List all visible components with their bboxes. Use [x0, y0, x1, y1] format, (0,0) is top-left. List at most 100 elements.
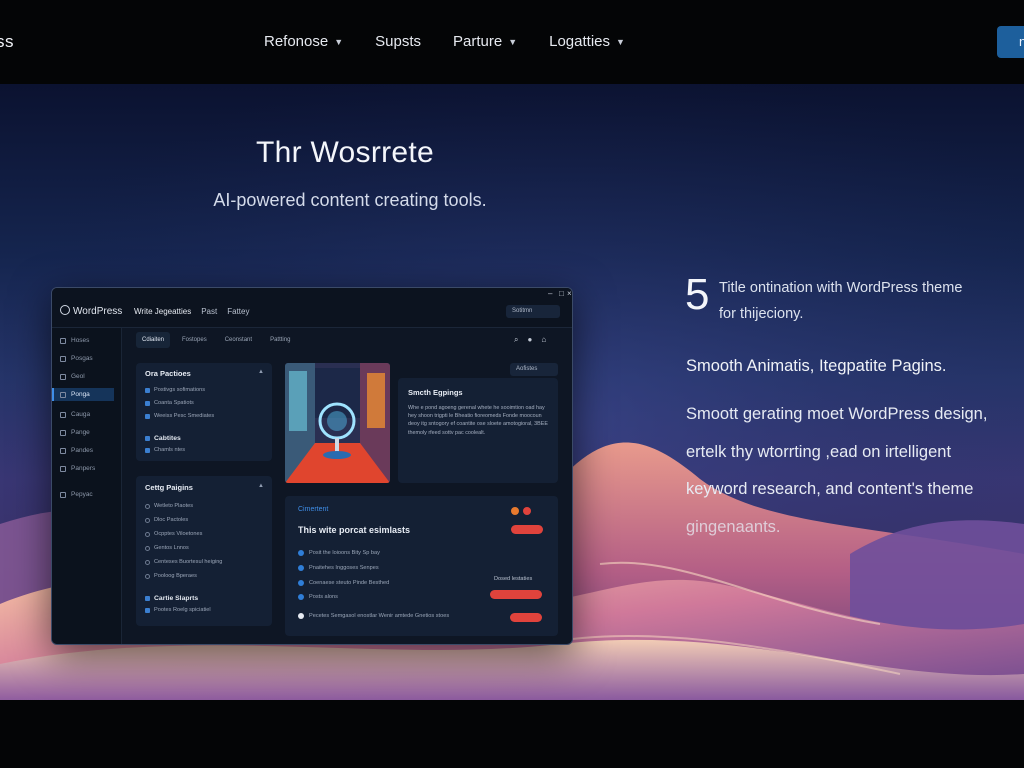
list-item[interactable]: Centeses Buortesul heiging	[145, 559, 222, 565]
sidebar-item-label: Pepyac	[71, 491, 93, 498]
action-pill-button[interactable]	[490, 590, 542, 599]
list-item[interactable]: Pootes Roelg spiciatiel	[145, 607, 211, 613]
minimize-icon[interactable]: –	[548, 289, 552, 298]
nav-item-label: Logatties	[549, 33, 611, 50]
tab-pattting[interactable]: Pattting	[264, 332, 296, 348]
search-icon[interactable]: ⌕	[514, 335, 518, 345]
sidebar-item-pepyac[interactable]: Pepyac	[60, 488, 122, 501]
app-top-pill[interactable]: Sotitmn	[506, 305, 560, 318]
action-pill-button[interactable]	[511, 525, 543, 534]
list-item[interactable]: Pecetes Semgasol enostlar Wenir amtede G…	[298, 612, 458, 620]
app-menu-item[interactable]: Fattey	[227, 307, 249, 316]
nav-item-parture[interactable]: Parture ▼	[453, 33, 517, 50]
list-item-label: Gentos Lnnos	[154, 545, 189, 551]
feature-body: Smoott gerating moet WordPress design, e…	[686, 396, 1016, 546]
list-item-label: Centeses Buortesul heiging	[154, 559, 223, 565]
pages-icon	[60, 391, 66, 398]
sidebar-item-pandes[interactable]: Pandes	[60, 444, 122, 457]
app-menu-item[interactable]: Past	[201, 307, 217, 316]
list-item[interactable]: Ocpptes Viloetones	[145, 531, 202, 537]
sidebar-item-label: Ponga	[71, 391, 90, 398]
list-item-label: Coenaese steuto Pinde Besthed	[309, 580, 390, 586]
list-item[interactable]: Pnaitehes Inggoses Senpes	[298, 565, 379, 571]
app-menu-item[interactable]: Write Jegeatties	[134, 307, 191, 316]
app-topbar: WordPress Write Jegeatties Past Fattey S…	[52, 288, 572, 328]
tab-ceonstant[interactable]: Ceonstant	[219, 332, 258, 348]
sidebar-item-label: Cauga	[71, 411, 91, 418]
card-badge[interactable]: Aofistes	[510, 363, 558, 376]
sidebar-item-cauga[interactable]: Cauga	[60, 408, 122, 421]
item-icon	[145, 545, 150, 551]
list-item-label: Cabtites	[154, 435, 181, 442]
panel-ora-pactioes: Ora Pactioes ▲ Postivgs sofimations Coan…	[136, 363, 272, 461]
item-icon	[298, 550, 304, 556]
maximize-icon[interactable]: □	[559, 289, 564, 298]
article-card[interactable]: Smcth Egpings Whe e pond agoeng gerenal …	[398, 378, 558, 483]
notification-icon[interactable]: ⌂	[541, 335, 546, 345]
sidebar-item-ponga[interactable]: Ponga	[52, 388, 114, 401]
post-thumbnail-image[interactable]	[285, 363, 390, 483]
close-icon[interactable]: ×	[567, 289, 572, 298]
sidebar-item-geol[interactable]: Geol	[60, 370, 122, 383]
list-item[interactable]: Posts alons	[298, 594, 338, 600]
app-brand[interactable]: WordPress	[60, 305, 122, 317]
item-icon	[145, 400, 150, 406]
content-title: This wite porcat esimlasts	[298, 525, 411, 535]
list-item-label: Postivgs sofimations	[154, 387, 205, 393]
list-item[interactable]: Gentos Lnnos	[145, 545, 189, 551]
list-item[interactable]: Coenaese steuto Pinde Besthed	[298, 580, 389, 586]
list-item-label: Pooloog Bperaes	[154, 573, 197, 579]
item-icon	[145, 447, 150, 453]
item-icon	[298, 594, 304, 600]
tools-icon	[60, 373, 66, 380]
nav-item-refonose[interactable]: Refonose ▼	[264, 33, 343, 50]
feature-body-line: ertelk thy wtorrting ,ead on irtelligent	[686, 442, 952, 461]
list-item[interactable]: Coanta Spatiots	[145, 400, 194, 406]
sidebar-item-panpers[interactable]: Panpers	[60, 462, 122, 475]
chevron-up-icon[interactable]: ▲	[258, 369, 264, 375]
sidebar-item-pange[interactable]: Pange	[60, 426, 122, 439]
sidebar-item-label: Pandes	[71, 447, 94, 454]
item-icon	[145, 559, 150, 565]
wordpress-icon	[60, 305, 70, 315]
tab-fostopes[interactable]: Fostopes	[176, 332, 213, 348]
list-item[interactable]: Posit the loioons Bity Sp bay	[298, 550, 380, 556]
list-item[interactable]: Wetleto Plaotes	[145, 503, 193, 509]
nav-cta-button[interactable]: n	[997, 26, 1024, 58]
item-icon	[145, 387, 150, 393]
list-item[interactable]: Pooloog Bperaes	[145, 573, 197, 579]
feature-subhead: Smooth Animatis, Itegpatite Pagins.	[686, 357, 947, 375]
list-item[interactable]: Cartie Slaprts	[145, 595, 198, 602]
list-item-label: Wetleto Plaotes	[154, 503, 194, 509]
tab-cdiaiten[interactable]: Cdiaiten	[136, 332, 171, 348]
edit-icon	[60, 411, 66, 418]
panel-title: Cettg Paigins	[145, 483, 193, 492]
feature-number: 5	[685, 270, 710, 319]
sidebar-item-label: Hoses	[71, 337, 90, 344]
top-navigation: ss Refonose ▼ Supsts Parture ▼ Logatties ▼ …	[0, 0, 1024, 84]
action-pill-button[interactable]	[510, 613, 542, 622]
list-item[interactable]: Cabtites	[145, 435, 181, 442]
list-item-label: Ocpptes Viloetones	[154, 531, 203, 537]
card-title: Smcth Egpings	[408, 388, 463, 397]
list-item-label: Chamls ntes	[154, 447, 186, 453]
list-item[interactable]: Weeiss Pesc Smediates	[145, 413, 214, 419]
nav-item-supsts[interactable]: Supsts	[375, 33, 421, 50]
sidebar-item-hoses[interactable]: Hoses	[60, 334, 122, 347]
hero-subtitle: AI-powered content creating tools.	[213, 190, 487, 210]
list-item[interactable]: Chamls ntes	[145, 447, 185, 453]
list-item-label: Dloc Pactoles	[154, 517, 189, 523]
list-item[interactable]: Dloc Pactoles	[145, 517, 188, 523]
nav-links: Refonose ▼ Supsts Parture ▼ Logatties ▼	[264, 33, 657, 50]
comments-icon	[60, 447, 66, 454]
settings-icon[interactable]: ●	[527, 335, 532, 345]
list-item[interactable]: Postivgs sofimations	[145, 387, 205, 393]
list-item-label: Weeiss Pesc Smediates	[154, 413, 215, 419]
chevron-up-icon[interactable]: ▲	[258, 483, 264, 489]
settings-icon	[60, 491, 66, 498]
logo[interactable]: ss	[0, 32, 14, 52]
sidebar-item-posgas[interactable]: Posgas	[60, 352, 122, 365]
item-icon	[145, 573, 150, 579]
nav-item-logatties[interactable]: Logatties ▼	[549, 33, 625, 50]
app-menu: Write Jegeatties Past Fattey	[134, 307, 249, 316]
